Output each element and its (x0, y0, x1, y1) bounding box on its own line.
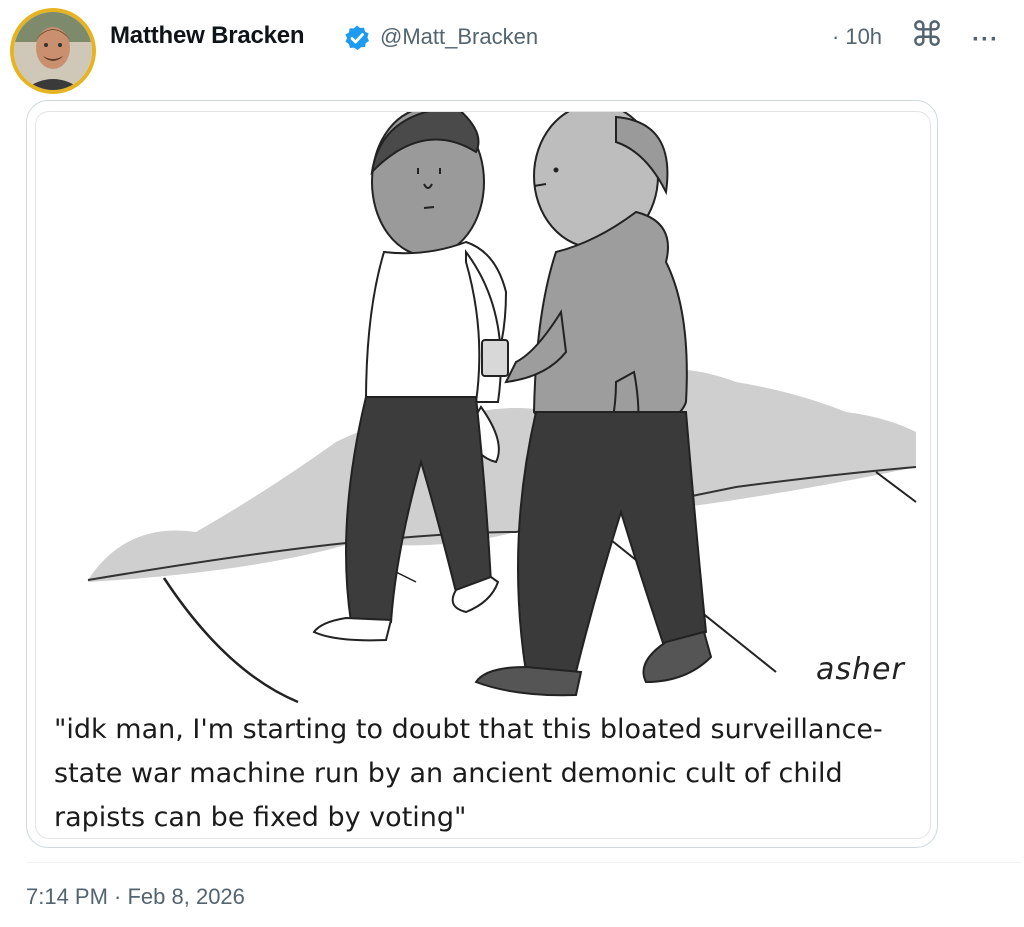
verified-badge-icon (345, 25, 369, 50)
avatar-photo (14, 12, 92, 90)
tweet: Matthew Bracken @Matt_Bracken · 10h ⌘ ··· (0, 0, 1024, 927)
command-icon[interactable]: ⌘ (910, 18, 944, 52)
avatar[interactable] (10, 8, 96, 94)
author-name[interactable]: Matthew Bracken (110, 22, 305, 50)
post-timestamp[interactable]: 7:14 PM · Feb 8, 2026 (26, 884, 245, 910)
cartoon-image: asher "idk man, I'm starting to doubt th… (35, 111, 931, 839)
divider (26, 862, 1022, 863)
more-options-icon[interactable]: ··· (972, 26, 999, 54)
media-card[interactable]: asher "idk man, I'm starting to doubt th… (26, 100, 938, 848)
time-separator: · (832, 24, 840, 49)
cartoon-caption: "idk man, I'm starting to doubt that thi… (54, 714, 883, 833)
author-handle[interactable]: @Matt_Bracken (380, 24, 538, 50)
relative-time-value: 10h (845, 24, 883, 49)
cartoon-signature: asher (816, 652, 905, 687)
post-relative-time[interactable]: · 10h (832, 24, 882, 50)
